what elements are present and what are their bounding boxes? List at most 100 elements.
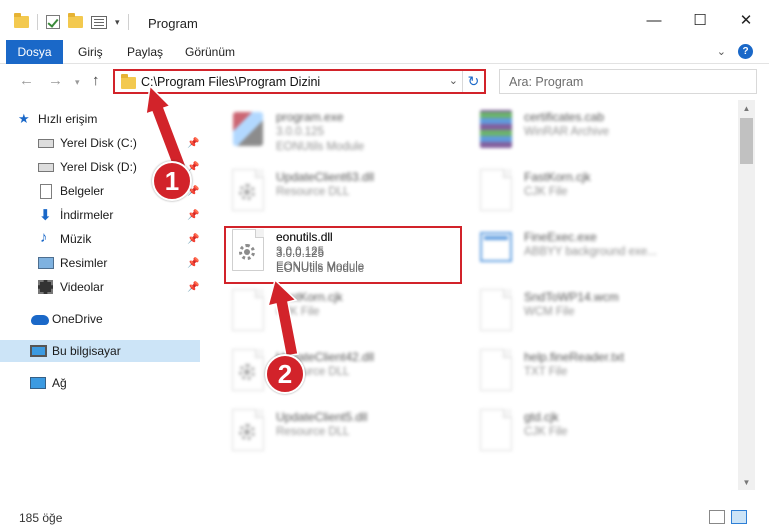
file-item[interactable]: FineExec.exe ABBYY background exe...: [478, 228, 728, 278]
archive-file-icon: [478, 108, 514, 152]
recent-locations-chevron-icon[interactable]: ▾: [75, 77, 80, 88]
new-folder-icon[interactable]: [68, 13, 83, 28]
file-type: Resource DLL: [276, 426, 350, 438]
nav-quick-access[interactable]: ★ Hızlı erişim: [0, 108, 200, 130]
videos-icon: [38, 280, 53, 294]
generic-file-icon: [230, 288, 266, 332]
pin-icon: 📌: [187, 137, 200, 149]
qat-separator-2: [127, 14, 129, 30]
file-type: TXT File: [524, 366, 568, 378]
search-input[interactable]: Ara: Program: [499, 69, 757, 94]
application-window-icon: [478, 228, 514, 272]
nav-item-drive-c[interactable]: Yerel Disk (C:) 📌: [0, 132, 200, 154]
properties-check-icon[interactable]: [46, 15, 60, 29]
maximize-button[interactable]: ☐: [677, 0, 723, 40]
file-name: program.exe: [276, 110, 344, 124]
qat-separator: [37, 14, 38, 30]
nav-item-music[interactable]: ♪ Müzik 📌: [0, 228, 200, 250]
nav-item-label: OneDrive: [52, 312, 103, 326]
dll-file-icon: [230, 228, 266, 272]
vertical-scrollbar[interactable]: ▲ ▼: [738, 100, 755, 490]
dll-file-icon: [230, 168, 266, 212]
file-item[interactable]: program.exe 3.0.0.125 EONUtils Module: [230, 108, 460, 158]
file-item[interactable]: UpdateClient5.dll Resource DLL: [230, 408, 460, 458]
tab-view[interactable]: Görünüm: [185, 40, 235, 64]
nav-item-label: Videolar: [60, 280, 104, 294]
file-item[interactable]: SndToWP14.wcm WCM File: [478, 288, 728, 338]
nav-item-label: Yerel Disk (D:): [60, 160, 137, 174]
ribbon-right-controls: ⌄ ?: [717, 44, 753, 59]
file-version: 3.0.0.125: [276, 126, 324, 138]
pin-icon: 📌: [187, 233, 200, 245]
file-type: WCM File: [524, 306, 575, 318]
address-bar[interactable]: C:\Program Files\Program Dizini ⌄ ↻: [113, 69, 486, 94]
navigation-bar: ← → ▾ ↑ C:\Program Files\Program Dizini …: [0, 64, 769, 100]
expand-ribbon-chevron-icon[interactable]: ⌄: [717, 45, 726, 58]
nav-item-label: Resimler: [60, 256, 108, 270]
nav-item-label: Yerel Disk (C:): [60, 136, 137, 150]
details-view-icon[interactable]: [709, 510, 725, 524]
dll-file-icon: [230, 348, 266, 392]
tab-share[interactable]: Paylaş: [127, 40, 163, 64]
close-button[interactable]: ✕: [723, 0, 769, 40]
address-folder-icon: [121, 74, 136, 89]
forward-arrow-icon[interactable]: →: [48, 72, 63, 89]
help-icon[interactable]: ?: [738, 44, 753, 59]
file-description: EONUtils Module: [276, 263, 365, 275]
address-path[interactable]: C:\Program Files\Program Dizini: [141, 75, 320, 89]
nav-item-downloads[interactable]: ⬇ İndirmeler 📌: [0, 204, 200, 226]
file-item[interactable]: FastKorn.cjk CJK File: [230, 288, 460, 338]
refresh-icon[interactable]: ↻: [462, 71, 484, 92]
nav-item-pictures[interactable]: Resimler 📌: [0, 252, 200, 274]
file-name: certificates.cab: [524, 110, 605, 124]
title-bar: ▾ Program — ☐ ✕: [0, 0, 769, 40]
tab-file[interactable]: Dosya: [6, 40, 63, 64]
tab-home[interactable]: Giriş: [78, 40, 103, 64]
pin-icon: 📌: [187, 257, 200, 269]
large-icons-view-icon[interactable]: [731, 510, 747, 524]
file-list: program.exe 3.0.0.125 EONUtils Module Up…: [200, 100, 738, 490]
nav-item-network[interactable]: Ağ: [0, 372, 200, 394]
file-item[interactable]: gtd.cjk CJK File: [478, 408, 728, 458]
scroll-thumb[interactable]: [740, 118, 753, 164]
back-arrow-icon[interactable]: ←: [19, 72, 34, 89]
up-arrow-icon[interactable]: ↑: [92, 72, 100, 89]
nav-item-label: Bu bilgisayar: [52, 344, 121, 358]
computer-icon: [30, 345, 47, 357]
file-item[interactable]: FastKorn.cjk CJK File: [478, 168, 728, 218]
minimize-button[interactable]: —: [631, 0, 677, 40]
dll-file-icon: [230, 408, 266, 452]
scroll-up-arrow-icon[interactable]: ▲: [738, 100, 755, 116]
file-item[interactable]: UpdateClient63.dll Resource DLL: [230, 168, 460, 218]
nav-item-videos[interactable]: Videolar 📌: [0, 276, 200, 298]
generic-file-icon: [478, 408, 514, 452]
nav-item-label: Ağ: [52, 376, 67, 390]
drive-d-icon: [38, 163, 54, 172]
scroll-down-arrow-icon[interactable]: ▼: [738, 474, 755, 490]
file-type: CJK File: [524, 426, 568, 438]
file-item-eonutils-highlighted[interactable]: eonutils.dll 3.0.0.125 EONUtils Module: [230, 228, 460, 282]
file-name: eonutils.dll: [276, 230, 333, 244]
file-name: FineExec.exe: [524, 230, 597, 244]
file-type: Resource DLL: [276, 186, 350, 198]
nav-item-label: Belgeler: [60, 184, 105, 198]
window-controls: — ☐ ✕: [631, 0, 769, 40]
address-dropdown-chevron-icon[interactable]: ⌄: [449, 74, 458, 87]
item-count: 185 öğe: [19, 511, 63, 525]
file-name: help.fineReader.txt: [524, 350, 625, 364]
nav-item-onedrive[interactable]: OneDrive: [0, 308, 200, 330]
nav-item-label: Müzik: [60, 232, 92, 246]
ribbon-tabs: Dosya Giriş Paylaş Görünüm ⌄ ?: [0, 40, 769, 64]
downloads-icon: ⬇: [39, 207, 52, 224]
customize-view-icon[interactable]: [91, 15, 107, 29]
file-item[interactable]: certificates.cab WinRAR Archive: [478, 108, 728, 158]
nav-item-this-pc[interactable]: Bu bilgisayar: [0, 340, 200, 362]
file-item[interactable]: help.fineReader.txt TXT File: [478, 348, 728, 398]
navigation-pane: ★ Hızlı erişim Yerel Disk (C:) 📌 Yerel D…: [0, 100, 200, 490]
folder-icon: [14, 13, 29, 28]
qat-chevron-down-icon[interactable]: ▾: [115, 17, 120, 28]
file-name: FastKorn.cjk: [276, 290, 343, 304]
generic-file-icon: [478, 288, 514, 332]
file-type: WinRAR Archive: [524, 126, 609, 138]
file-type: ABBYY background exe...: [524, 246, 657, 258]
